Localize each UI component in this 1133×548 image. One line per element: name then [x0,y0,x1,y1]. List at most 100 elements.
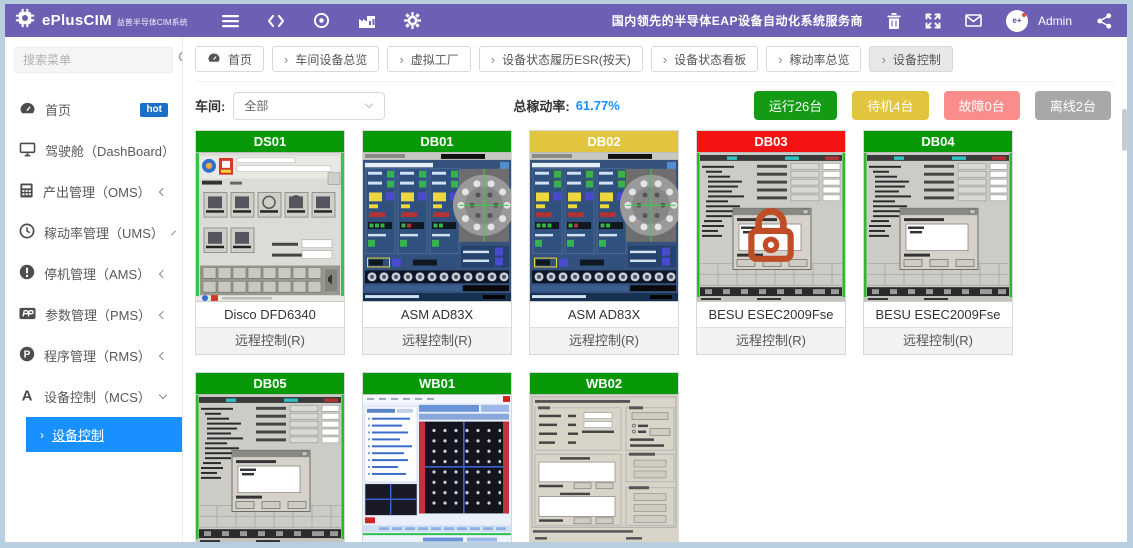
sidebar-item-ams[interactable]: 停机管理（AMS） [5,253,182,294]
tab-workshop-overview[interactable]: ›车间设备总览 [272,46,379,72]
menu-icon[interactable] [222,14,239,28]
sidebar-item-dashboard[interactable]: 驾驶舱（DashBoard） [5,130,182,171]
chevron-right-icon: › [663,52,667,67]
filter-bar: 车间: 全部 总稼动率: 61.77% 运行26台 待机4台 故障0台 离线2台 [195,91,1115,120]
letter-a-icon: A [19,387,35,406]
control-mode-label[interactable]: 远程控制(R) [697,327,845,354]
search-input[interactable] [23,53,178,67]
control-mode-label[interactable]: 远程控制(R) [864,327,1012,354]
tab-esr-history[interactable]: ›设备状态履历ESR(按天) [479,46,643,72]
lock-icon [740,202,802,264]
sidebar-item-label: 参数管理（PMS） [45,305,151,324]
sidebar-item-label: 首页 [45,100,71,119]
chevron-down-icon [159,391,167,399]
trash-icon[interactable] [887,13,901,29]
tab-label: 首页 [228,51,252,68]
equipment-name: Disco DFD6340 [196,302,344,327]
tab-virtual-factory[interactable]: ›虚拟工厂 [387,46,470,72]
tab-utilization-overview[interactable]: ›稼动率总览 [766,46,861,72]
equipment-name: BESU ESEC2009Fse [864,302,1012,327]
sidebar-item-pms[interactable]: 参数管理（PMS） [5,294,182,335]
hot-badge: hot [140,103,168,117]
disco-app-thumbnail [196,153,344,301]
fault-count-button[interactable]: 故障0台 [944,91,1020,120]
equipment-card-db03[interactable]: DB03 BESU ESEC2009Fse 远程控制(R) [696,130,846,355]
sidebar-item-home[interactable]: 首页 hot [5,89,182,130]
equipment-grid: DS01 Disco DFD6340 远程控制(R) DB01 ASM AD83… [195,130,1115,542]
chevron-right-icon: › [778,52,782,67]
shield-icon[interactable] [313,12,330,29]
share-nodes-icon[interactable] [1096,13,1113,29]
scrollbar[interactable] [1122,109,1127,151]
offline-count-button[interactable]: 离线2台 [1035,91,1111,120]
equipment-card-wb01[interactable]: WB01 KS Connx 远程控制(R) [362,372,512,542]
control-mode-label[interactable]: 远程控制(R) [196,327,344,354]
equipment-screenshot[interactable] [363,152,511,302]
tachometer-icon [207,52,221,67]
idle-count-button[interactable]: 待机4台 [852,91,928,120]
running-count-button[interactable]: 运行26台 [754,91,837,120]
main-content: 首页 ›车间设备总览 ›虚拟工厂 ›设备状态履历ESR(按天) ›设备状态看板 … [183,37,1127,542]
sidebar-item-ums[interactable]: 稼动率管理（UMS） [5,212,182,253]
equipment-code: DS01 [196,131,344,152]
sidebar-item-label: 驾驶舱（DashBoard） [45,141,175,160]
fullscreen-icon[interactable] [925,13,941,29]
avatar[interactable]: e+ [1006,10,1028,32]
chevron-left-icon [171,230,176,235]
monitor-icon [19,142,36,160]
pms-badge-icon [19,307,36,323]
chevron-right-icon: › [40,428,44,442]
sidebar: 首页 hot 驾驶舱（DashBoard） 产出管理（OMS） 稼动率管理（UM… [5,37,183,542]
control-mode-label[interactable]: 远程控制(R) [530,327,678,354]
menu-search[interactable] [14,47,173,73]
equipment-card-ds01[interactable]: DS01 Disco DFD6340 远程控制(R) [195,130,345,355]
equipment-name: ASM AD83X [530,302,678,327]
code-icon[interactable] [267,13,285,29]
equipment-card-wb02[interactable]: WB02 POWER-C 本地控制(L) [529,372,679,542]
brand-logo-chip-icon [15,8,35,33]
svg-text:P: P [24,350,31,361]
equipment-screenshot[interactable] [864,152,1012,302]
sidebar-item-rms[interactable]: P 程序管理（RMS） [5,335,182,376]
tab-device-control[interactable]: ›设备控制 [869,46,952,72]
sidebar-item-oms[interactable]: 产出管理（OMS） [5,171,182,212]
equipment-code: DB02 [530,131,678,152]
sidebar-item-mcs[interactable]: A 设备控制（MCS） [5,376,182,417]
equipment-card-db05[interactable]: DB05 BESU ESEC2009Fse 远程控制(R) [195,372,345,542]
equipment-screenshot[interactable] [363,394,511,542]
calculator-icon [19,183,34,201]
user-name[interactable]: Admin [1038,14,1072,28]
workshop-select[interactable]: 全部 [233,92,385,120]
equipment-screenshot[interactable] [530,394,678,542]
tab-label: 车间设备总览 [295,51,367,68]
gear-icon[interactable] [404,12,421,29]
tab-status-board[interactable]: ›设备状态看板 [651,46,758,72]
sidebar-subitem-device-control[interactable]: › 设备控制 [26,417,182,452]
company-slogan: 国内领先的半导体EAP设备自动化系统服务商 [612,12,863,29]
equipment-screenshot[interactable] [530,152,678,302]
clock-icon [19,223,35,242]
tab-home[interactable]: 首页 [195,46,264,72]
equipment-code: WB01 [363,373,511,394]
equipment-name: ASM AD83X [363,302,511,327]
submenu-label: 设备控制 [52,425,104,444]
equipment-screenshot[interactable] [196,394,344,542]
equipment-card-db02[interactable]: DB02 ASM AD83X 远程控制(R) [529,130,679,355]
control-mode-label[interactable]: 远程控制(R) [363,327,511,354]
tachometer-icon [19,101,36,119]
ks-app-thumbnail [363,395,511,542]
equipment-card-db04[interactable]: DB04 BESU ESEC2009Fse 远程控制(R) [863,130,1013,355]
equipment-code: DB01 [363,131,511,152]
tab-label: 设备控制 [893,51,941,68]
factory-icon[interactable] [358,13,376,29]
equipment-screenshot[interactable] [697,152,845,302]
chevron-right-icon: › [399,52,403,67]
status-summary: 运行26台 待机4台 故障0台 离线2台 [754,91,1111,120]
sidebar-item-label: 产出管理（OMS） [43,182,151,201]
mail-icon[interactable] [965,14,982,27]
svg-text:A: A [22,388,33,404]
brand-name: ePlusCIM [42,12,112,29]
top-navbar: ePlusCIM 益普半导体CIM系统 国内领先的半导体EAP设备自动化系统服务… [5,4,1127,37]
equipment-card-db01[interactable]: DB01 ASM AD83X 远程控制(R) [362,130,512,355]
equipment-screenshot[interactable] [196,152,344,302]
